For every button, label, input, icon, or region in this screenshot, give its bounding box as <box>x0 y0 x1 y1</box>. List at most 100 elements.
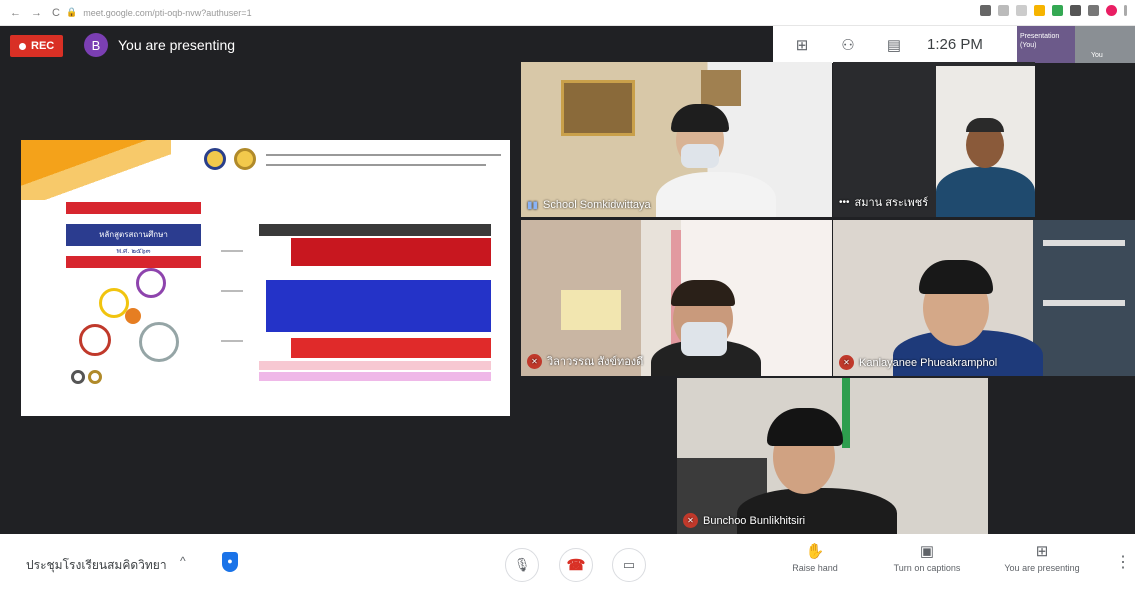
menu-icon[interactable] <box>1124 5 1127 16</box>
address-bar[interactable]: 🔒 meet.google.com/pti-oqb-nvw?authuser=1 <box>66 7 252 18</box>
microphone-button[interactable]: 🎙 <box>505 548 539 582</box>
participant-name-text: Bunchoo Bunlikhitsiri <box>703 514 806 527</box>
hand-icon: ✋ <box>805 543 825 560</box>
wall-stripe <box>842 378 850 448</box>
person-body <box>936 167 1035 217</box>
captions-button[interactable]: ▣ Turn on captions <box>882 542 972 573</box>
microphone-icon: 🎙 <box>513 557 531 572</box>
avatar: B <box>84 33 108 57</box>
presentation-thumb: Presentation (You) <box>1017 26 1075 63</box>
participant-name: ••• สมาน สระเพชร์ <box>839 193 928 211</box>
face-mask <box>681 322 727 356</box>
participant-name-text: School Somkidwittaya <box>543 199 651 211</box>
meeting-controls: ประชุมโรงเรียนสมคิดวิทยา ^ ● 🎙 ☎ ▭ ✋ Rai… <box>0 534 1135 593</box>
slide-banner-sub: พ.ศ. ๒๕๖๓ <box>66 246 201 255</box>
people-icon[interactable]: ⊞ <box>785 36 819 54</box>
back-icon[interactable]: ← <box>10 7 21 19</box>
phone-hangup-icon: ☎ <box>566 557 586 574</box>
shelf <box>1043 300 1125 306</box>
extension-icon[interactable] <box>1070 5 1081 16</box>
slide-corner-decoration <box>21 140 171 200</box>
slide-text-line <box>221 290 243 292</box>
slide-text-line <box>266 164 486 166</box>
slide-banner: หลักสูตรสถานศึกษา <box>66 224 201 246</box>
star-icon[interactable] <box>1016 5 1027 16</box>
captions-icon: ▣ <box>919 543 935 560</box>
chat-icon[interactable]: ▤ <box>877 36 911 54</box>
meeting-title[interactable]: ประชุมโรงเรียนสมคิดวิทยา <box>26 556 167 575</box>
extension-icon[interactable] <box>1034 5 1045 16</box>
extensions <box>980 5 1127 16</box>
slide-blue-band <box>266 280 491 332</box>
url-text: meet.google.com/pti-oqb-nvw?authuser=1 <box>83 7 252 18</box>
rec-label: REC <box>31 40 55 52</box>
presenting-button[interactable]: ⊞ You are presenting <box>997 542 1087 573</box>
meeting-topbar: ⊞ ⚇ ▤ 1:26 PM Presentation (You) You <box>773 26 1135 63</box>
participant-tile[interactable]: ✕ Bunchoo Bunlikhitsiri <box>677 378 988 534</box>
presenting-text: You are presenting <box>118 37 236 53</box>
participant-name-text: สมาน สระเพชร์ <box>854 197 929 209</box>
raise-hand-button[interactable]: ✋ Raise hand <box>770 542 860 573</box>
record-dot-icon <box>19 42 26 50</box>
browser-nav: ← → C <box>0 7 60 19</box>
slide-row <box>259 361 491 370</box>
logo-icon <box>88 370 102 384</box>
extension-icon[interactable] <box>1052 5 1063 16</box>
participants-icon[interactable]: ⚇ <box>831 36 865 54</box>
slide-red-band <box>291 238 491 266</box>
participant-name: ▮▮ School Somkidwittaya <box>527 199 651 211</box>
more-options-icon[interactable]: ••• <box>839 197 850 208</box>
shelf <box>1043 240 1125 246</box>
captions-label: Turn on captions <box>893 563 961 573</box>
mic-off-icon: ✕ <box>683 513 698 528</box>
picture-frame <box>561 80 635 136</box>
speaking-icon: ▮▮ <box>527 199 539 211</box>
participant-name: ✕ วิลาวรรณ สังข์ทองดี <box>527 352 643 370</box>
self-label: You <box>1091 52 1103 59</box>
logo-icon <box>71 370 85 384</box>
participant-name-text: Kanlayanee Phueakramphol <box>859 356 998 369</box>
recording-badge: REC <box>10 35 64 57</box>
person-hair <box>767 408 843 446</box>
chevron-up-icon[interactable]: ^ <box>180 554 186 568</box>
reload-icon[interactable]: C <box>52 7 60 19</box>
self-preview[interactable]: Presentation (You) You <box>1017 26 1135 63</box>
hangup-button[interactable]: ☎ <box>559 548 593 582</box>
person-body <box>656 172 776 217</box>
browser-toolbar: ← → C 🔒 meet.google.com/pti-oqb-nvw?auth… <box>0 0 1135 26</box>
shield-icon[interactable]: ● <box>222 552 238 572</box>
participant-tile[interactable]: ✕ Kanlayanee Phueakramphol <box>833 220 1135 376</box>
cast-icon[interactable] <box>980 5 991 16</box>
lamp <box>561 290 621 330</box>
person-hair <box>919 260 993 294</box>
camera-icon: ▭ <box>622 557 636 572</box>
slide-table-header <box>259 224 491 236</box>
raise-hand-label: Raise hand <box>792 563 838 573</box>
participant-name: ✕ Kanlayanee Phueakramphol <box>839 355 997 370</box>
meet-stage: REC B You are presenting ⊞ ⚇ ▤ 1:26 PM P… <box>0 26 1135 534</box>
presenting-banner: B You are presenting <box>84 33 235 57</box>
lock-icon: 🔒 <box>66 7 78 17</box>
emblem-icon <box>204 148 226 170</box>
face-mask <box>681 144 719 168</box>
more-options-icon[interactable]: ⋮ <box>1115 552 1131 572</box>
person-hair <box>966 118 1004 132</box>
self-video: You <box>1075 26 1135 63</box>
participant-tile[interactable]: ✕ วิลาวรรณ สังข์ทองดี <box>521 220 832 376</box>
camera-button[interactable]: ▭ <box>612 548 646 582</box>
slide-row <box>259 372 491 381</box>
profile-avatar[interactable] <box>1106 5 1117 16</box>
diagram-node <box>136 268 166 298</box>
diagram-node <box>79 324 111 356</box>
flag-stripe <box>66 256 201 268</box>
presented-slide: หลักสูตรสถานศึกษา พ.ศ. ๒๕๖๓ <box>21 140 510 416</box>
puzzle-icon[interactable] <box>1088 5 1099 16</box>
diagram-node <box>125 308 141 324</box>
mic-off-icon: ✕ <box>839 355 854 370</box>
participant-tile[interactable]: ••• สมาน สระเพชร์ <box>833 62 1035 217</box>
presenting-label: You are presenting <box>1004 563 1080 573</box>
zoom-icon[interactable] <box>998 5 1009 16</box>
participant-tile[interactable]: ▮▮ School Somkidwittaya <box>521 62 832 217</box>
slide-text-line <box>221 250 243 252</box>
forward-icon[interactable]: → <box>31 7 42 19</box>
